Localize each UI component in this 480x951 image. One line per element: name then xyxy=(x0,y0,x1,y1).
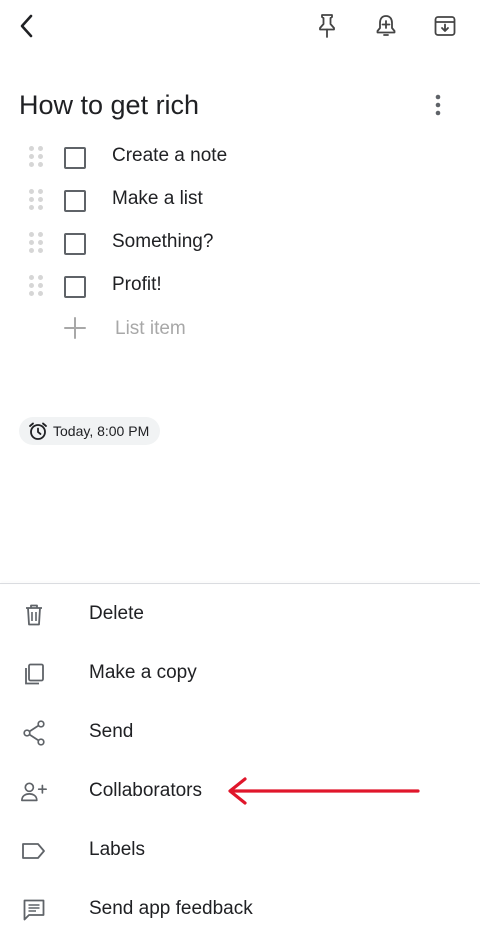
item-checkbox[interactable] xyxy=(64,147,86,169)
feedback-icon xyxy=(20,896,48,924)
more-options-button[interactable] xyxy=(424,90,452,120)
alarm-clock-icon xyxy=(29,422,47,440)
item-text[interactable]: Something? xyxy=(112,231,213,253)
menu-item-label: Send app feedback xyxy=(89,898,253,919)
menu-item-send-app-feedback[interactable]: Send app feedback xyxy=(0,880,480,939)
top-toolbar xyxy=(0,0,480,56)
add-list-item[interactable]: List item xyxy=(0,310,480,350)
menu-divider xyxy=(0,583,480,584)
note-title[interactable]: How to get rich xyxy=(19,90,199,121)
menu-item-label: Delete xyxy=(89,603,144,624)
menu-item-label: Send xyxy=(89,721,134,742)
item-text[interactable]: Create a note xyxy=(112,145,227,167)
item-text[interactable]: Make a list xyxy=(112,188,203,210)
plus-icon xyxy=(64,317,86,339)
list-item: Make a list xyxy=(0,179,480,221)
menu-item-send[interactable]: Send xyxy=(0,703,480,762)
drag-handle-icon[interactable] xyxy=(29,275,47,299)
menu-item-make-a-copy[interactable]: Make a copy xyxy=(0,644,480,703)
label-icon xyxy=(20,837,48,865)
trash-icon xyxy=(20,601,48,629)
more-vertical-icon xyxy=(435,94,441,116)
pin-icon xyxy=(319,14,335,38)
archive-icon xyxy=(434,16,456,36)
add-person-icon xyxy=(20,778,48,806)
archive-button[interactable] xyxy=(427,8,463,44)
menu-item-label: Labels xyxy=(89,839,145,860)
add-reminder-bell-icon xyxy=(376,15,396,36)
list-item-placeholder: List item xyxy=(115,318,186,339)
item-checkbox[interactable] xyxy=(64,276,86,298)
item-checkbox[interactable] xyxy=(64,233,86,255)
copy-icon xyxy=(20,660,48,688)
menu-item-label: Make a copy xyxy=(89,662,197,683)
menu-item-labels[interactable]: Labels xyxy=(0,821,480,880)
drag-handle-icon[interactable] xyxy=(29,189,47,213)
reminder-text: Today, 8:00 PM xyxy=(53,423,150,439)
back-button[interactable] xyxy=(9,8,45,44)
pin-button[interactable] xyxy=(309,8,345,44)
red-arrow-annotation-icon xyxy=(228,777,420,805)
menu-item-delete[interactable]: Delete xyxy=(0,585,480,644)
item-checkbox[interactable] xyxy=(64,190,86,212)
menu-item-label: Collaborators xyxy=(89,780,202,801)
share-icon xyxy=(20,719,48,747)
back-arrow-icon xyxy=(20,14,33,38)
reminder-button[interactable] xyxy=(368,8,404,44)
list-item: Something? xyxy=(0,222,480,264)
drag-handle-icon[interactable] xyxy=(29,146,47,170)
list-item: Create a note xyxy=(0,136,480,178)
reminder-chip[interactable]: Today, 8:00 PM xyxy=(19,417,161,445)
item-text[interactable]: Profit! xyxy=(112,274,162,296)
list-item: Profit! xyxy=(0,265,480,307)
drag-handle-icon[interactable] xyxy=(29,232,47,256)
